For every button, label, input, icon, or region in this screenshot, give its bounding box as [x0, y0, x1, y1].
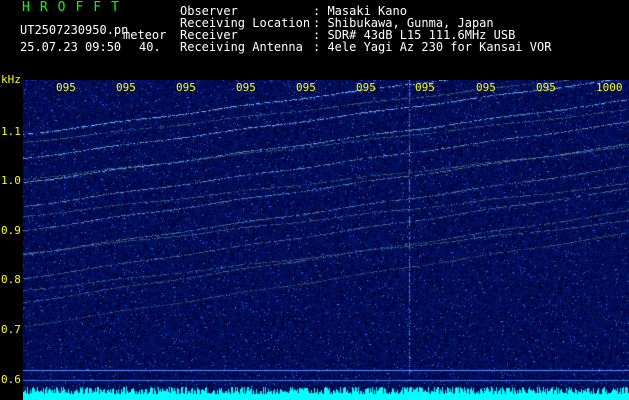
time-label: 095 — [116, 81, 136, 94]
time-label: 1000 — [596, 81, 623, 94]
time-label: 095 — [56, 81, 76, 94]
time-label: 095 — [296, 81, 316, 94]
time-label: 095 — [236, 81, 256, 94]
time-label: 095 — [356, 81, 376, 94]
y-tick-label: 1.0 — [1, 174, 21, 187]
meteor-count: 40. — [139, 40, 161, 54]
file-name: UT2507230950.pn — [20, 23, 129, 37]
capture-datetime: 25.07.23 09:50 — [20, 40, 122, 54]
hrofft-window: HROFFT UT2507230950.pn meteor 25.07.23 0… — [0, 0, 629, 400]
y-tick-label: 0.7 — [1, 323, 21, 336]
y-tick-label: 0.6 — [1, 373, 21, 386]
app-title: HROFFT — [22, 0, 129, 15]
frequency-unit-label: kHz — [1, 73, 21, 86]
y-tick-label: 1.1 — [1, 125, 21, 138]
spectrogram-canvas — [23, 80, 629, 400]
time-label: 095 — [415, 81, 435, 94]
antenna-label: Receiving Antenna — [180, 40, 303, 54]
y-tick-label: 0.8 — [1, 273, 21, 286]
y-tick-label: 0.9 — [1, 224, 21, 237]
antenna-value: : 4ele Yagi Az 230 for Kansai VOR — [313, 40, 552, 54]
time-label: 095 — [176, 81, 196, 94]
time-label: 095 — [476, 81, 496, 94]
time-label: 095 — [536, 81, 556, 94]
